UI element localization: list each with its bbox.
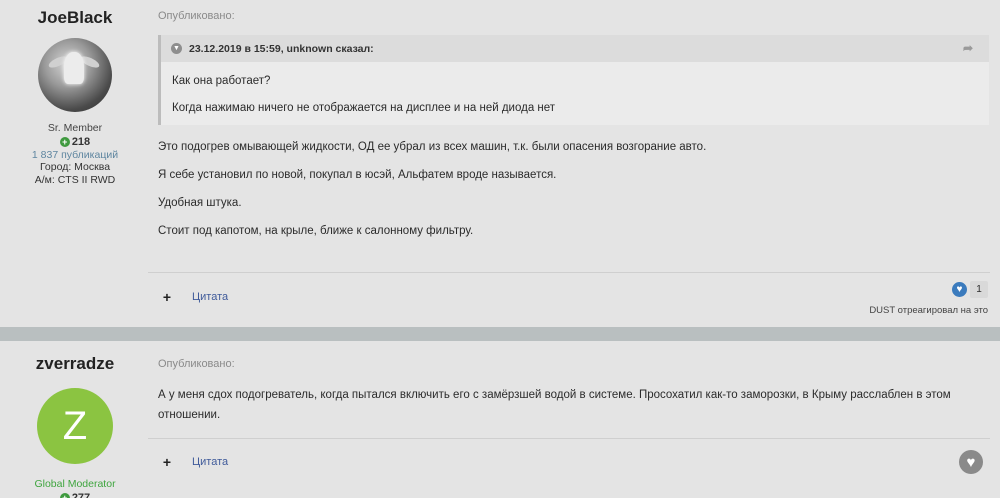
post-paragraph: Стоит под капотом, на крыле, ближе к сал… bbox=[158, 225, 474, 237]
post-paragraph: А у меня сдох подогреватель, когда пытал… bbox=[158, 389, 951, 421]
quote-body: Как она работает? Когда нажимаю ничего н… bbox=[161, 62, 989, 125]
post-footer: + Цитата bbox=[158, 453, 228, 471]
post-text: Это подогрев омывающей жидкости, ОД ее у… bbox=[158, 140, 990, 239]
quote-button[interactable]: Цитата bbox=[192, 456, 228, 468]
heart-icon[interactable]: ♥ bbox=[951, 281, 968, 298]
post-paragraph: Это подогрев омывающей жидкости, ОД ее у… bbox=[158, 141, 707, 153]
divider bbox=[148, 438, 990, 439]
heart-icon[interactable]: ♥ bbox=[959, 450, 983, 474]
author-city: Город: Москва bbox=[39, 161, 111, 173]
quote-citation[interactable]: 23.12.2019 в 15:59, unknown сказал: bbox=[189, 43, 374, 55]
quote-block: ▼ 23.12.2019 в 15:59, unknown сказал: ➦ … bbox=[158, 35, 989, 125]
reaction-count[interactable]: 1 bbox=[970, 281, 988, 298]
post-content: Опубликовано: А у меня сдох подогревател… bbox=[158, 341, 990, 438]
author-name[interactable]: JoeBlack bbox=[0, 8, 150, 28]
multiquote-button[interactable]: + bbox=[158, 453, 176, 471]
published-label: Опубликовано: bbox=[158, 10, 235, 22]
author-rank: Sr. Member bbox=[47, 122, 103, 134]
plus-icon: + bbox=[59, 493, 70, 498]
published-label: Опубликовано: bbox=[158, 358, 235, 370]
author-panel: zverradze Z Global Moderator +277 bbox=[0, 341, 150, 498]
share-icon[interactable]: ➦ bbox=[963, 41, 973, 55]
publication-count[interactable]: 1 837 публикаций bbox=[0, 149, 150, 161]
post-paragraph: Удобная штука. bbox=[158, 197, 242, 209]
post-2: zverradze Z Global Moderator +277 Опубли… bbox=[0, 341, 1000, 498]
author-panel: JoeBlack Sr. Member +218 1 837 публикаци… bbox=[0, 0, 150, 187]
quote-button[interactable]: Цитата bbox=[192, 291, 228, 303]
post-content: Опубликовано: ▼ 23.12.2019 в 15:59, unkn… bbox=[158, 0, 990, 252]
quote-line: Когда нажимаю ничего не отображается на … bbox=[172, 102, 556, 114]
quote-header: ▼ 23.12.2019 в 15:59, unknown сказал: ➦ bbox=[161, 35, 989, 62]
quote-line: Как она работает? bbox=[172, 75, 271, 87]
reaction-summary[interactable]: ♥ 1 bbox=[951, 281, 988, 298]
post-1: JoeBlack Sr. Member +218 1 837 публикаци… bbox=[0, 0, 1000, 327]
post-footer: + Цитата bbox=[158, 288, 228, 306]
multiquote-button[interactable]: + bbox=[158, 288, 176, 306]
reputation-badge: +218 bbox=[0, 136, 150, 148]
reputation-badge: +277 bbox=[0, 492, 150, 498]
author-rank: Global Moderator bbox=[34, 478, 116, 490]
reacted-text[interactable]: DUST отреагировал на это bbox=[869, 305, 988, 316]
avatar[interactable] bbox=[38, 38, 112, 112]
plus-icon: + bbox=[59, 137, 70, 147]
author-car: А/м: CTS II RWD bbox=[34, 174, 116, 186]
avatar[interactable]: Z bbox=[37, 388, 113, 464]
author-name[interactable]: zverradze bbox=[0, 354, 150, 374]
collapse-icon[interactable]: ▼ bbox=[171, 43, 182, 54]
post-text: А у меня сдох подогреватель, когда пытал… bbox=[158, 385, 990, 425]
post-paragraph: Я себе установил по новой, покупал в юсэ… bbox=[158, 169, 557, 181]
divider bbox=[148, 272, 990, 273]
